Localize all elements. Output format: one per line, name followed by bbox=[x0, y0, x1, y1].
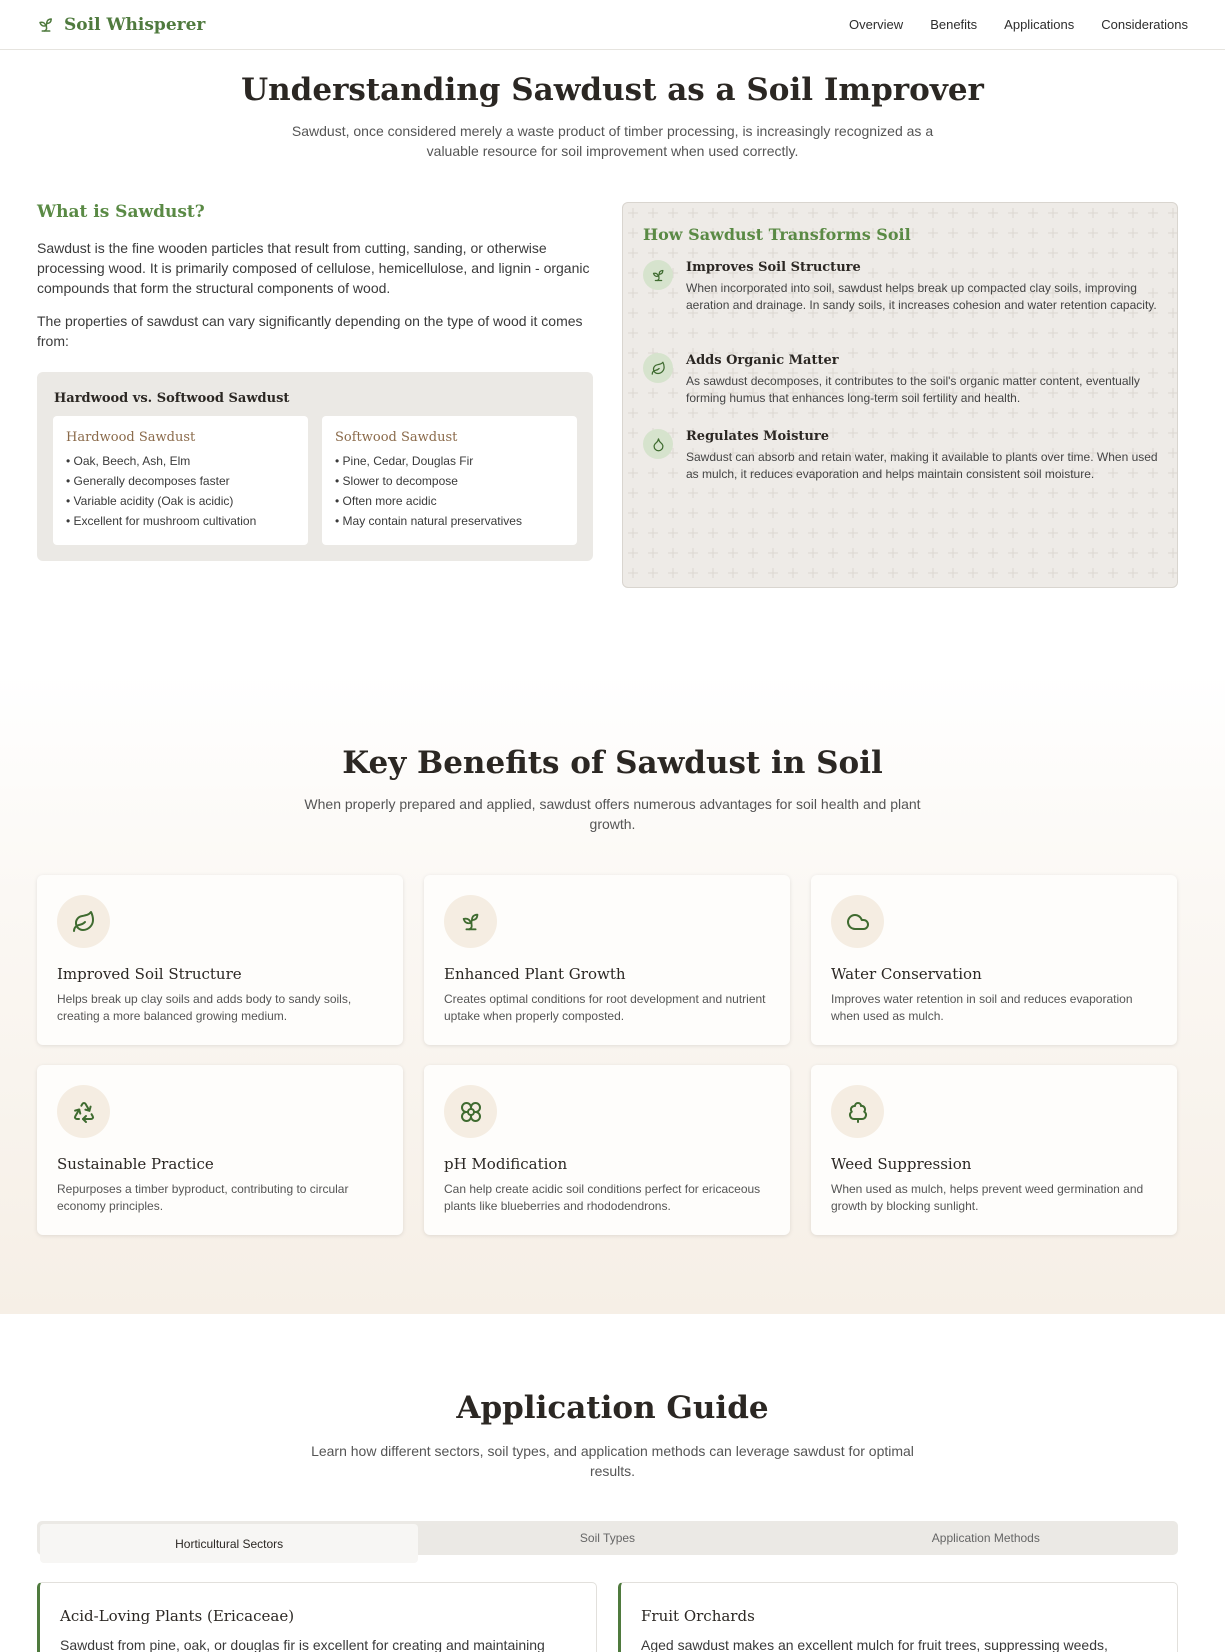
application-guide-title: Application Guide bbox=[456, 1390, 769, 1426]
benefit-card: Water Conservation Improves water retent… bbox=[811, 875, 1177, 1045]
benefit-desc: Creates optimal conditions for root deve… bbox=[444, 992, 766, 1023]
benefit-title: Weed Suppression bbox=[831, 1155, 972, 1173]
benefit-card: Sustainable Practice Repurposes a timber… bbox=[37, 1065, 403, 1235]
cloud-icon bbox=[831, 895, 884, 948]
softwood-card: Softwood Sawdust • Pine, Cedar, Douglas … bbox=[322, 416, 577, 545]
comparison-heading: Hardwood vs. Softwood Sawdust bbox=[54, 391, 290, 406]
transforms-panel: How Sawdust Transforms Soil Improves Soi… bbox=[622, 202, 1178, 588]
transform-item-title: Improves Soil Structure bbox=[686, 260, 861, 275]
top-nav: Soil Whisperer Overview Benefits Applica… bbox=[0, 0, 1225, 50]
softwood-item: • Pine, Cedar, Douglas Fir bbox=[335, 454, 474, 468]
transform-item-desc: When incorporated into soil, sawdust hel… bbox=[686, 281, 1157, 312]
tab-application-methods[interactable]: Application Methods bbox=[797, 1524, 1175, 1552]
nav-link-benefits[interactable]: Benefits bbox=[930, 17, 977, 32]
benefit-title: Water Conservation bbox=[831, 965, 982, 983]
benefit-title: Improved Soil Structure bbox=[57, 965, 242, 983]
benefit-card: Weed Suppression When used as mulch, hel… bbox=[811, 1065, 1177, 1235]
page-subtitle: Sawdust, once considered merely a waste … bbox=[291, 123, 934, 159]
benefit-title: pH Modification bbox=[444, 1155, 568, 1173]
tab-soil-types[interactable]: Soil Types bbox=[418, 1524, 796, 1552]
flower-icon bbox=[444, 1085, 497, 1138]
softwood-item: • Often more acidic bbox=[335, 494, 437, 508]
transform-item-desc: As sawdust decomposes, it contributes to… bbox=[686, 374, 1140, 405]
what-is-paragraph-1: Sawdust is the fine wooden particles tha… bbox=[37, 240, 590, 296]
recycle-icon bbox=[57, 1085, 110, 1138]
softwood-item: • May contain natural preservatives bbox=[335, 514, 522, 528]
brand-name: Soil Whisperer bbox=[64, 14, 206, 35]
what-is-heading: What is Sawdust? bbox=[37, 202, 205, 222]
hardwood-item: • Oak, Beech, Ash, Elm bbox=[66, 454, 191, 468]
softwood-title: Softwood Sawdust bbox=[335, 430, 458, 445]
softwood-item: • Slower to decompose bbox=[335, 474, 458, 488]
droplet-icon bbox=[643, 429, 673, 459]
nav-link-overview[interactable]: Overview bbox=[849, 17, 903, 32]
nav-links: Overview Benefits Applications Considera… bbox=[849, 17, 1188, 32]
application-card-title: Fruit Orchards bbox=[641, 1607, 755, 1625]
benefits-title: Key Benefits of Sawdust in Soil bbox=[342, 745, 883, 781]
sprout-icon bbox=[37, 16, 55, 34]
nav-link-applications[interactable]: Applications bbox=[1004, 17, 1074, 32]
benefit-card: pH Modification Can help create acidic s… bbox=[424, 1065, 790, 1235]
transform-item-title: Regulates Moisture bbox=[686, 429, 829, 444]
nav-link-considerations[interactable]: Considerations bbox=[1101, 17, 1188, 32]
benefit-desc: Improves water retention in soil and red… bbox=[831, 992, 1133, 1023]
application-card: Acid-Loving Plants (Ericaceae) Sawdust f… bbox=[37, 1582, 597, 1652]
transform-item-title: Adds Organic Matter bbox=[686, 353, 839, 368]
tab-horticultural-sectors[interactable]: Horticultural Sectors bbox=[40, 1524, 419, 1563]
benefit-title: Sustainable Practice bbox=[57, 1155, 214, 1173]
transforms-heading: How Sawdust Transforms Soil bbox=[643, 225, 911, 244]
leaf-icon bbox=[643, 353, 673, 383]
application-card-title: Acid-Loving Plants (Ericaceae) bbox=[60, 1607, 295, 1625]
benefit-desc: Repurposes a timber byproduct, contribut… bbox=[57, 1182, 349, 1213]
application-tabs: Horticultural Sectors Soil Types Applica… bbox=[37, 1521, 1178, 1563]
hardwood-item: • Excellent for mushroom cultivation bbox=[66, 514, 257, 528]
application-card-desc: Aged sawdust makes an excellent mulch fo… bbox=[641, 1637, 1108, 1652]
benefit-desc: Helps break up clay soils and adds body … bbox=[57, 992, 352, 1023]
transform-item-desc: Sawdust can absorb and retain water, mak… bbox=[686, 450, 1158, 481]
application-card-desc: Sawdust from pine, oak, or douglas fir i… bbox=[60, 1637, 545, 1652]
benefit-desc: When used as mulch, helps prevent weed g… bbox=[831, 1182, 1144, 1213]
leaf-icon bbox=[57, 895, 110, 948]
benefit-card: Enhanced Plant Growth Creates optimal co… bbox=[424, 875, 790, 1045]
page-title: Understanding Sawdust as a Soil Improver bbox=[241, 72, 984, 108]
benefit-desc: Can help create acidic soil conditions p… bbox=[444, 1182, 761, 1213]
hardwood-item: • Generally decomposes faster bbox=[66, 474, 230, 488]
what-is-paragraph-2: The properties of sawdust can vary signi… bbox=[37, 313, 583, 349]
hardwood-title: Hardwood Sawdust bbox=[66, 430, 196, 445]
sprout-icon bbox=[643, 260, 673, 290]
application-guide-subtitle: Learn how different sectors, soil types,… bbox=[311, 1443, 914, 1479]
hardwood-softwood-comparison: Hardwood vs. Softwood Sawdust Hardwood S… bbox=[37, 372, 593, 561]
benefit-card: Improved Soil Structure Helps break up c… bbox=[37, 875, 403, 1045]
brand[interactable]: Soil Whisperer bbox=[37, 15, 205, 35]
benefits-subtitle: When properly prepared and applied, sawd… bbox=[304, 796, 921, 832]
hardwood-item: • Variable acidity (Oak is acidic) bbox=[66, 494, 234, 508]
hardwood-card: Hardwood Sawdust • Oak, Beech, Ash, Elm … bbox=[53, 416, 308, 545]
application-card: Fruit Orchards Aged sawdust makes an exc… bbox=[618, 1582, 1178, 1652]
sprout-icon bbox=[444, 895, 497, 948]
benefit-title: Enhanced Plant Growth bbox=[444, 965, 626, 983]
tree-icon bbox=[831, 1085, 884, 1138]
